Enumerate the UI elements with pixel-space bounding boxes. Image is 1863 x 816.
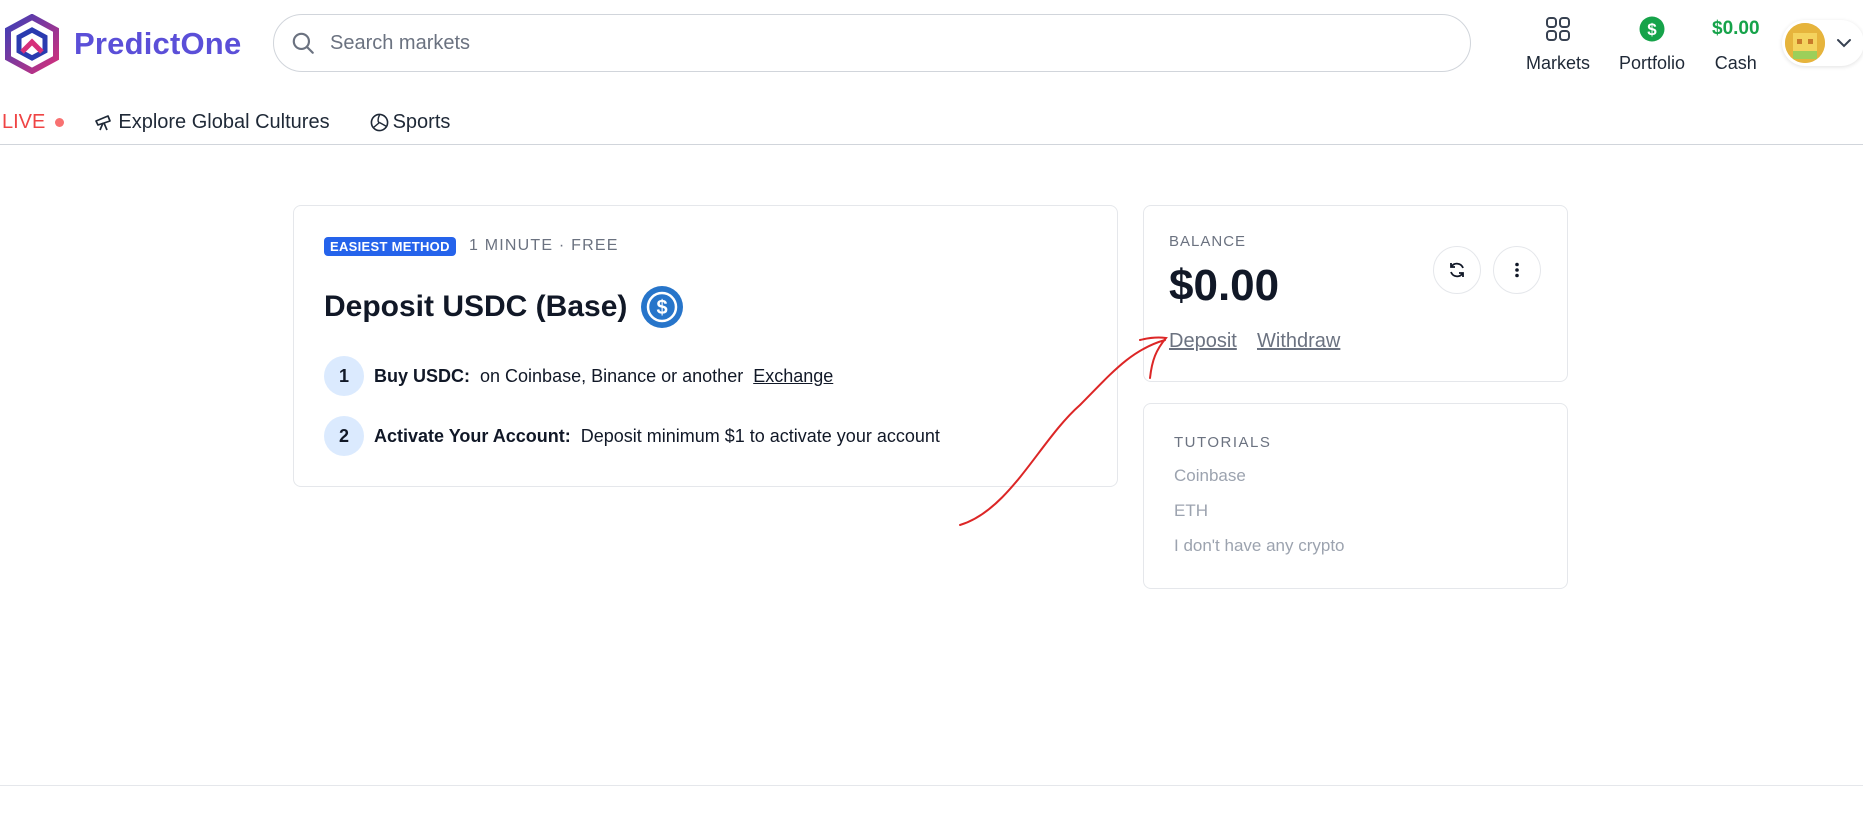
header-divider bbox=[0, 144, 1863, 145]
step-number: 2 bbox=[324, 416, 364, 456]
avatar bbox=[1785, 23, 1825, 63]
step-1: 1 Buy USDC: on Coinbase, Binance or anot… bbox=[324, 356, 833, 396]
live-label: LIVE bbox=[2, 110, 46, 133]
nav-cash-label: Cash bbox=[1714, 53, 1757, 73]
live-dot bbox=[55, 117, 65, 127]
dollar-circle-icon: $ bbox=[1639, 16, 1665, 42]
tutorial-coinbase[interactable]: Coinbase bbox=[1174, 466, 1246, 486]
brand-name: PredictOne bbox=[74, 26, 242, 61]
usdc-coin-icon: $ bbox=[641, 286, 684, 328]
withdraw-link[interactable]: Withdraw bbox=[1257, 330, 1340, 353]
deposit-title-text: Deposit USDC (Base) bbox=[324, 290, 628, 323]
tutorials-card: TUTORIALS Coinbase ETH I don't have any … bbox=[1143, 403, 1568, 589]
grid-icon bbox=[1546, 17, 1570, 41]
category-nav: LIVE Explore Global Cultures Sports bbox=[0, 100, 1863, 144]
user-menu[interactable] bbox=[1782, 20, 1863, 66]
refresh-button[interactable] bbox=[1433, 246, 1481, 294]
deposit-meta: 1 MINUTE · FREE bbox=[469, 237, 619, 254]
nav-explore-label: Explore Global Cultures bbox=[118, 110, 330, 133]
cash-amount: $0.00 bbox=[1712, 18, 1760, 39]
search-icon bbox=[292, 32, 314, 54]
tutorials-label: TUTORIALS bbox=[1174, 434, 1272, 451]
more-vertical-icon bbox=[1515, 262, 1519, 278]
svg-text:$: $ bbox=[657, 297, 668, 319]
balance-card: BALANCE $0.00 Deposit Withdraw bbox=[1143, 205, 1568, 382]
nav-sports[interactable]: Sports bbox=[370, 110, 451, 134]
live-tab[interactable]: LIVE bbox=[2, 110, 65, 134]
brand-logo[interactable]: PredictOne bbox=[2, 14, 241, 74]
step-number: 1 bbox=[324, 356, 364, 396]
volleyball-icon bbox=[370, 113, 388, 131]
nav-cash[interactable]: $0.00 Cash bbox=[1712, 14, 1760, 74]
more-options-button[interactable] bbox=[1493, 246, 1541, 294]
balance-amount: $0.00 bbox=[1169, 261, 1280, 310]
easiest-method-badge: EASIEST METHOD bbox=[324, 237, 456, 256]
telescope-icon bbox=[95, 115, 112, 131]
step-text: on Coinbase, Binance or another bbox=[480, 365, 744, 386]
predictone-logo-icon bbox=[5, 14, 59, 74]
avatar-pixel-icon bbox=[1785, 23, 1825, 63]
search-input[interactable] bbox=[328, 30, 1432, 56]
nav-portfolio-label: Portfolio bbox=[1619, 53, 1686, 73]
footer-divider bbox=[0, 785, 1863, 786]
deposit-link[interactable]: Deposit bbox=[1169, 330, 1237, 353]
nav-markets[interactable]: Markets bbox=[1526, 14, 1590, 74]
step-label: Buy USDC: bbox=[374, 365, 471, 386]
step-2: 2 Activate Your Account: Deposit minimum… bbox=[324, 416, 940, 456]
step-text: Deposit minimum $1 to activate your acco… bbox=[580, 425, 940, 446]
tutorial-no-crypto[interactable]: I don't have any crypto bbox=[1174, 536, 1345, 556]
nav-explore-global-cultures[interactable]: Explore Global Cultures bbox=[94, 110, 330, 134]
nav-portfolio[interactable]: $ Portfolio bbox=[1619, 14, 1685, 74]
refresh-icon bbox=[1450, 262, 1464, 278]
step-label: Activate Your Account: bbox=[374, 425, 571, 446]
nav-sports-label: Sports bbox=[392, 110, 451, 133]
deposit-card: EASIEST METHOD 1 MINUTE · FREE Deposit U… bbox=[293, 205, 1118, 487]
nav-markets-label: Markets bbox=[1526, 53, 1591, 73]
deposit-title: Deposit USDC (Base) $ bbox=[324, 286, 684, 328]
search-bar[interactable] bbox=[273, 14, 1471, 72]
exchange-link[interactable]: Exchange bbox=[753, 366, 833, 387]
tutorial-eth[interactable]: ETH bbox=[1174, 501, 1208, 521]
svg-text:$: $ bbox=[1647, 20, 1657, 39]
chevron-down-icon bbox=[1837, 39, 1851, 48]
top-header: PredictOne Markets $ Portfolio bbox=[0, 0, 1863, 88]
balance-label: BALANCE bbox=[1169, 233, 1247, 250]
